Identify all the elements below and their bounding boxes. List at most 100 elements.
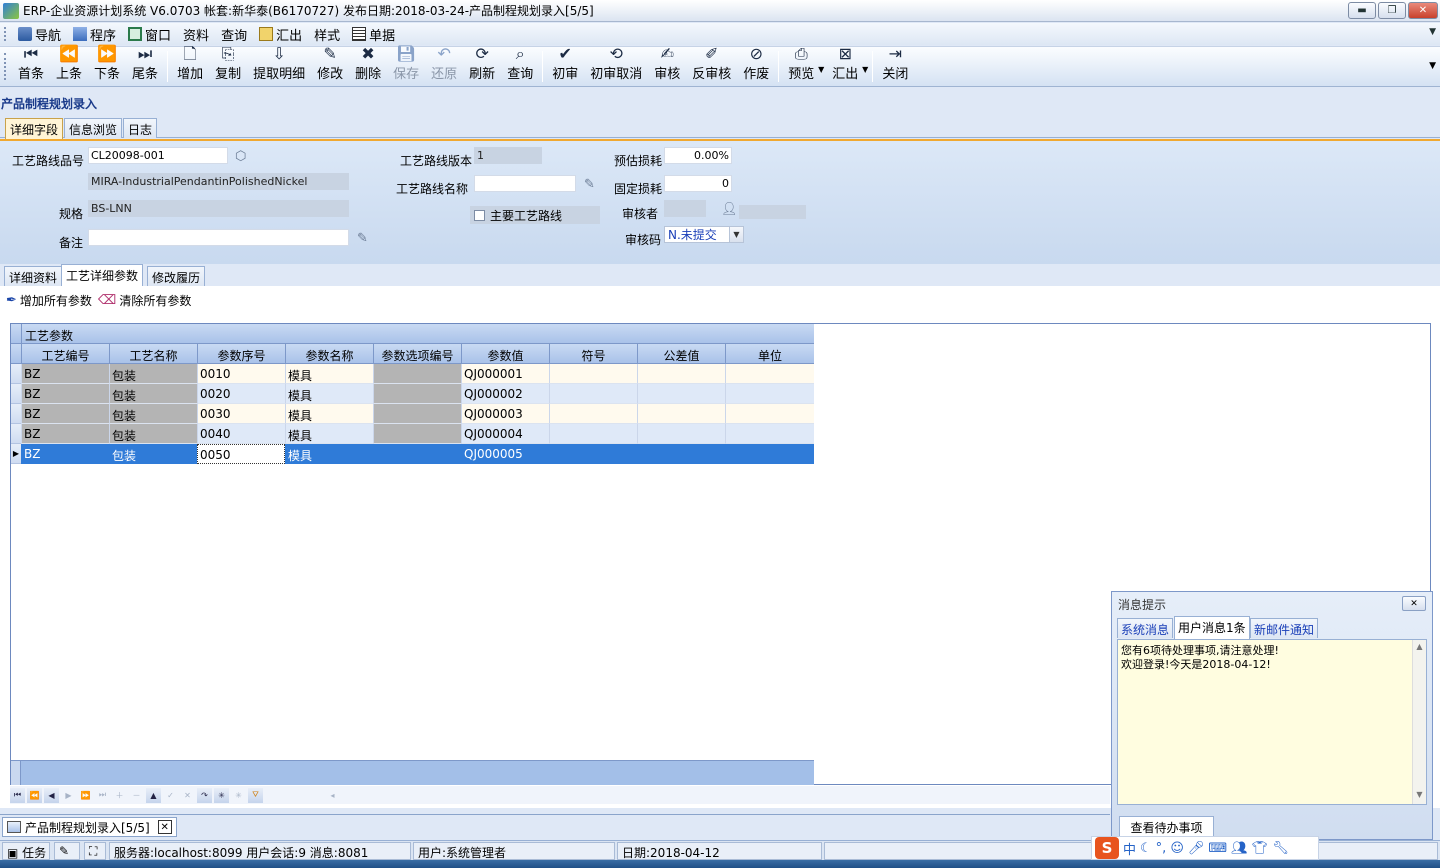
table-cell[interactable] [725, 384, 814, 404]
minimize-button[interactable]: ▬ [1348, 2, 1376, 19]
toolbar-grip[interactable] [4, 53, 8, 80]
nav-next-page-icon[interactable]: ⏩ [78, 788, 93, 803]
nav-post-icon[interactable]: ✓ [163, 788, 178, 803]
clear-all-params-button[interactable]: ⌫ 清除所有参数 [98, 292, 191, 309]
table-cell[interactable] [725, 424, 814, 444]
table-cell[interactable]: BZ [21, 384, 109, 404]
void-button[interactable]: ⊘ 作废 [737, 45, 775, 86]
menu-export[interactable]: 汇出 [253, 24, 308, 44]
table-cell[interactable]: 包装 [109, 404, 197, 424]
last-record-button[interactable]: ⏭ 尾条 [126, 45, 164, 86]
preview-button[interactable]: ⎙ 预览 ▼ [782, 45, 824, 86]
table-cell[interactable] [549, 444, 637, 464]
nav-prev-page-icon[interactable]: ⏪ [27, 787, 42, 803]
menu-program[interactable]: 程序 [67, 24, 122, 44]
sogou-logo-icon[interactable]: S [1095, 837, 1119, 859]
toolbar-overflow-icon[interactable]: ▼ [1429, 61, 1436, 71]
col-header[interactable]: 参数值 [461, 344, 549, 364]
prev-record-button[interactable]: ⏪ 上条 [50, 45, 88, 86]
add-all-params-button[interactable]: ✒ 增加所有参数 [6, 292, 92, 309]
menu-window[interactable]: 窗口 [122, 24, 177, 44]
table-cell[interactable] [373, 364, 461, 384]
restore-button[interactable]: ↶ 还原 [425, 45, 463, 86]
table-cell[interactable] [637, 384, 725, 404]
restore-button[interactable]: ❐ [1378, 2, 1406, 19]
note-edit-icon[interactable]: ✎ [357, 231, 373, 247]
table-cell[interactable] [637, 444, 725, 464]
row-indicator[interactable] [11, 364, 21, 384]
view-todo-button[interactable]: 查看待办事项 [1119, 816, 1214, 838]
table-cell[interactable]: BZ [21, 404, 109, 424]
audit-button[interactable]: ✍ 审核 [648, 45, 686, 86]
table-cell[interactable] [637, 404, 725, 424]
table-cell[interactable] [373, 404, 461, 424]
mic-icon[interactable]: 🎤︎ [1188, 841, 1205, 856]
nav-up-icon[interactable]: ▲ [146, 787, 161, 803]
query-button[interactable]: ⌕ 查询 [501, 45, 539, 86]
fetch-detail-button[interactable]: ⇩ 提取明细 [247, 45, 311, 86]
tab-process-params[interactable]: 工艺详细参数 [61, 264, 144, 287]
menu-data[interactable]: 资料 [177, 24, 215, 44]
table-cell[interactable]: 模具 [285, 364, 373, 384]
tab-detail-info[interactable]: 详细资料 [4, 266, 63, 286]
col-header[interactable]: 符号 [549, 344, 637, 364]
table-cell[interactable]: 包装 [109, 424, 197, 444]
table-row[interactable]: BZ 包装 0010 模具 QJ000001 [11, 364, 814, 384]
est-loss-field[interactable]: 0.00% [664, 147, 732, 164]
audit-code-select[interactable]: N.未提交 ▼ [664, 226, 744, 243]
table-cell[interactable]: 0050 [197, 444, 285, 464]
table-cell[interactable] [373, 444, 461, 464]
nav-insert-icon[interactable]: ＋ [112, 788, 127, 803]
table-cell[interactable]: 模具 [285, 424, 373, 444]
next-record-button[interactable]: ⏩ 下条 [88, 45, 126, 86]
close-tab-icon[interactable]: ✕ [157, 820, 172, 834]
menu-navigation[interactable]: 导航 [12, 24, 67, 44]
table-cell[interactable] [549, 424, 637, 444]
table-cell[interactable]: QJ000002 [461, 384, 549, 404]
table-cell[interactable] [373, 424, 461, 444]
menu-document[interactable]: 单据 [346, 24, 401, 44]
close-icon[interactable]: ✕ [1402, 596, 1426, 611]
table-cell[interactable]: BZ [21, 444, 109, 464]
nav-filter-icon[interactable]: ⛛ [248, 787, 263, 803]
note-edit-icon[interactable]: ✎ [584, 177, 600, 193]
nav-delete-icon[interactable]: － [129, 788, 144, 803]
table-cell[interactable]: 模具 [285, 384, 373, 404]
table-cell[interactable]: 模具 [285, 404, 373, 424]
tab-new-mail[interactable]: 新邮件通知 [1250, 618, 1319, 638]
nav-refresh-icon[interactable]: ↷ [197, 787, 212, 803]
tab-system-messages[interactable]: 系统消息 [1117, 618, 1174, 638]
chevron-down-icon[interactable]: ▼ [729, 227, 743, 242]
close-button[interactable]: ⇥ 关闭 [876, 45, 914, 86]
delete-button[interactable]: ✖ 删除 [349, 45, 387, 86]
wrench-icon[interactable]: 🔧︎ [1272, 841, 1289, 856]
tab-user-messages[interactable]: 用户消息1条 [1174, 616, 1250, 639]
table-cell[interactable]: 0020 [197, 384, 285, 404]
message-scrollbar[interactable]: ▲ ▼ [1412, 640, 1426, 804]
keyboard-icon[interactable]: ⌨ [1208, 841, 1227, 856]
table-cell[interactable] [725, 364, 814, 384]
table-cell[interactable] [373, 384, 461, 404]
nav-next-icon[interactable]: ▶ [61, 788, 76, 803]
emoji-icon[interactable]: ☺ [1170, 841, 1184, 856]
col-header[interactable]: 单位 [725, 344, 814, 364]
close-window-button[interactable]: ✕ [1408, 2, 1438, 19]
unaudit-button[interactable]: ✐ 反审核 [686, 45, 737, 86]
remark-field[interactable] [88, 229, 349, 246]
menu-query[interactable]: 查询 [215, 24, 253, 44]
table-cell[interactable] [549, 364, 637, 384]
chevron-down-icon[interactable]: ▼ [818, 65, 824, 74]
main-route-checkbox[interactable]: 主要工艺路线 [470, 206, 600, 224]
nav-prev-icon[interactable]: ◀ [44, 787, 59, 803]
table-row[interactable]: BZ 包装 0020 模具 QJ000002 [11, 384, 814, 404]
col-header[interactable]: 参数序号 [197, 344, 285, 364]
row-indicator[interactable] [11, 404, 21, 424]
menu-style[interactable]: 样式 [308, 24, 346, 44]
refresh-button[interactable]: ⟳ 刷新 [463, 45, 501, 86]
skin-icon[interactable]: 👕︎ [1252, 841, 1269, 856]
table-row[interactable]: BZ 包装 0040 模具 QJ000004 [11, 424, 814, 444]
tab-change-history[interactable]: 修改履历 [147, 266, 206, 286]
tab-detail-fields[interactable]: 详细字段 [5, 118, 64, 139]
col-header[interactable]: 参数名称 [285, 344, 373, 364]
table-cell[interactable]: BZ [21, 364, 109, 384]
